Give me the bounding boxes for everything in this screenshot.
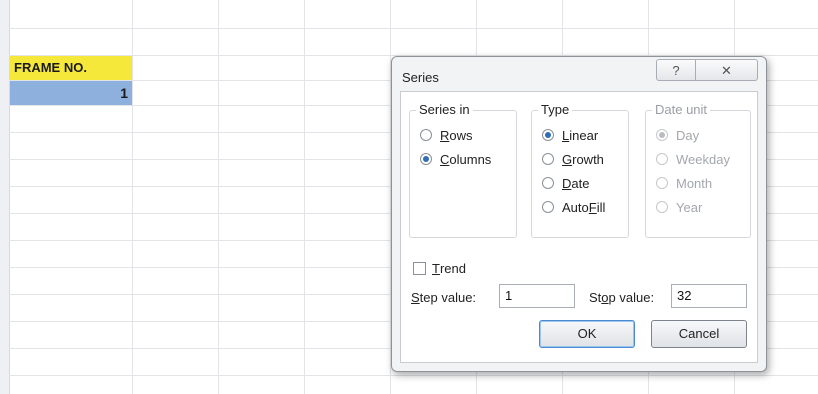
date-unit-label: Date unit xyxy=(652,102,711,117)
column-divider xyxy=(218,0,219,394)
trend-checkbox[interactable] xyxy=(413,261,426,275)
type-group: Type Linear Growth Date Auto Fill xyxy=(531,102,629,238)
radio-button-icon[interactable] xyxy=(542,129,554,141)
radio-button-icon xyxy=(656,129,668,141)
trend-checkbox-row[interactable]: Trend xyxy=(413,258,466,278)
autofill-radio[interactable]: Auto Fill xyxy=(542,197,605,217)
radio-button-icon xyxy=(656,153,668,165)
radio-button-icon[interactable] xyxy=(420,129,432,141)
help-icon[interactable]: ? xyxy=(656,59,696,81)
date-radio[interactable]: Date xyxy=(542,173,589,193)
weekday-radio: Weekday xyxy=(656,149,730,169)
ok-button[interactable]: OK xyxy=(539,320,635,348)
step-value-input[interactable]: 1 xyxy=(499,284,575,308)
column-divider xyxy=(304,0,305,394)
date-unit-group: Date unit Day Weekday Month Year xyxy=(645,102,751,238)
month-radio: Month xyxy=(656,173,712,193)
series-in-label: Series in xyxy=(416,102,473,117)
radio-button-icon xyxy=(656,201,668,213)
dialog-body: Series in Rows Columns Type Linear Growt… xyxy=(400,91,758,363)
row-divider xyxy=(9,28,818,29)
day-radio: Day xyxy=(656,125,699,145)
series-dialog: Series ? ✕ Series in Rows Columns Type L… xyxy=(391,56,767,372)
close-icon[interactable]: ✕ xyxy=(696,59,758,81)
stop-value-input[interactable]: 32 xyxy=(671,284,747,308)
radio-button-icon[interactable] xyxy=(420,153,432,165)
radio-button-icon[interactable] xyxy=(542,153,554,165)
rows-radio[interactable]: Rows xyxy=(420,125,473,145)
columns-radio[interactable]: Columns xyxy=(420,149,491,169)
stop-value-label: Stop value: xyxy=(589,290,655,305)
row-header-strip xyxy=(0,0,10,394)
radio-button-icon xyxy=(656,177,668,189)
cancel-button[interactable]: Cancel xyxy=(651,320,747,348)
year-radio: Year xyxy=(656,197,702,217)
growth-radio[interactable]: Growth xyxy=(542,149,604,169)
row-divider xyxy=(9,375,818,376)
frame-no-header-cell[interactable]: FRAME NO. xyxy=(10,56,132,80)
step-value-label: Step value: xyxy=(411,290,477,305)
dialog-title: Series xyxy=(402,70,439,85)
radio-button-icon[interactable] xyxy=(542,201,554,213)
dialog-titlebar: Series ? ✕ xyxy=(392,57,766,91)
linear-radio[interactable]: Linear xyxy=(542,125,598,145)
radio-button-icon[interactable] xyxy=(542,177,554,189)
series-in-group: Series in Rows Columns xyxy=(409,102,517,238)
column-divider xyxy=(132,0,133,394)
type-label: Type xyxy=(538,102,573,117)
selected-value-cell[interactable]: 1 xyxy=(10,81,132,105)
